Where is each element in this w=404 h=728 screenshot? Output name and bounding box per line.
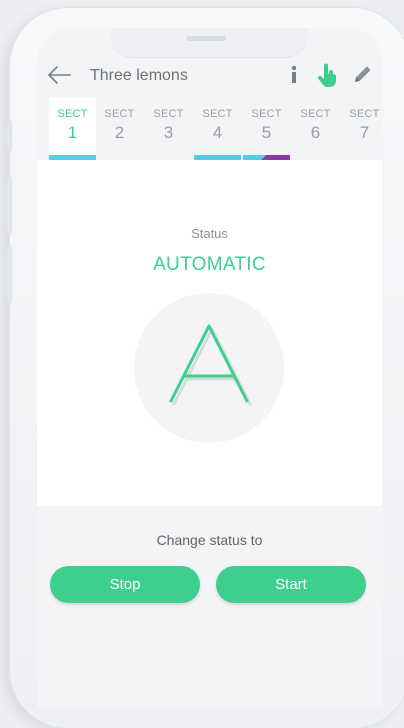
tab-section-5[interactable]: SECT 5 [243, 98, 290, 160]
tab-section-7[interactable]: SECT 7 [341, 98, 382, 160]
tab-section-1[interactable]: SECT 1 [49, 98, 96, 160]
pencil-icon[interactable] [353, 64, 373, 89]
tab-section-4[interactable]: SECT 4 [194, 98, 241, 160]
tab-number: 6 [310, 123, 321, 142]
tab-section-3[interactable]: SECT 3 [145, 98, 192, 160]
change-status-label: Change status to [156, 532, 263, 548]
phone-side-button [6, 120, 12, 152]
section-tabs: SECT 1 SECT 2 SECT 3 SECT 4 SECT 5 SECT … [37, 98, 382, 160]
app-header: Three lemons [37, 56, 382, 96]
info-icon[interactable] [288, 62, 300, 91]
page-title: Three lemons [90, 67, 188, 84]
phone-side-button [6, 246, 12, 304]
automatic-a-icon [169, 324, 252, 406]
start-button[interactable]: Start [216, 566, 366, 603]
tab-number: 3 [163, 123, 174, 142]
tab-label: SECT [251, 108, 282, 120]
stop-button[interactable]: Stop [50, 566, 200, 603]
app-screen: Three lemons SECT 1 SECT 2 SECT 3 SECT 4 [37, 28, 382, 708]
tab-label: SECT [57, 108, 88, 120]
tab-number: 5 [261, 123, 272, 142]
tab-label: SECT [300, 108, 331, 120]
tab-number: 2 [114, 123, 125, 142]
tab-number: 7 [359, 123, 370, 142]
phone-side-button [6, 176, 12, 234]
status-card: Status AUTOMATIC [37, 160, 382, 506]
tab-number: 1 [67, 123, 78, 142]
tab-label: SECT [202, 108, 233, 120]
tab-label: SECT [349, 108, 380, 120]
phone-notch [111, 28, 307, 58]
speaker-grille [186, 36, 226, 41]
status-label: Status [191, 226, 228, 241]
tab-label: SECT [104, 108, 135, 120]
status-circle [134, 293, 284, 443]
status-value: AUTOMATIC [153, 254, 266, 275]
back-arrow-icon[interactable] [47, 66, 71, 89]
tab-section-2[interactable]: SECT 2 [96, 98, 143, 160]
tab-number: 4 [212, 123, 223, 142]
tab-section-6[interactable]: SECT 6 [292, 98, 339, 160]
tab-label: SECT [153, 108, 184, 120]
hand-pointer-icon[interactable] [316, 62, 338, 93]
